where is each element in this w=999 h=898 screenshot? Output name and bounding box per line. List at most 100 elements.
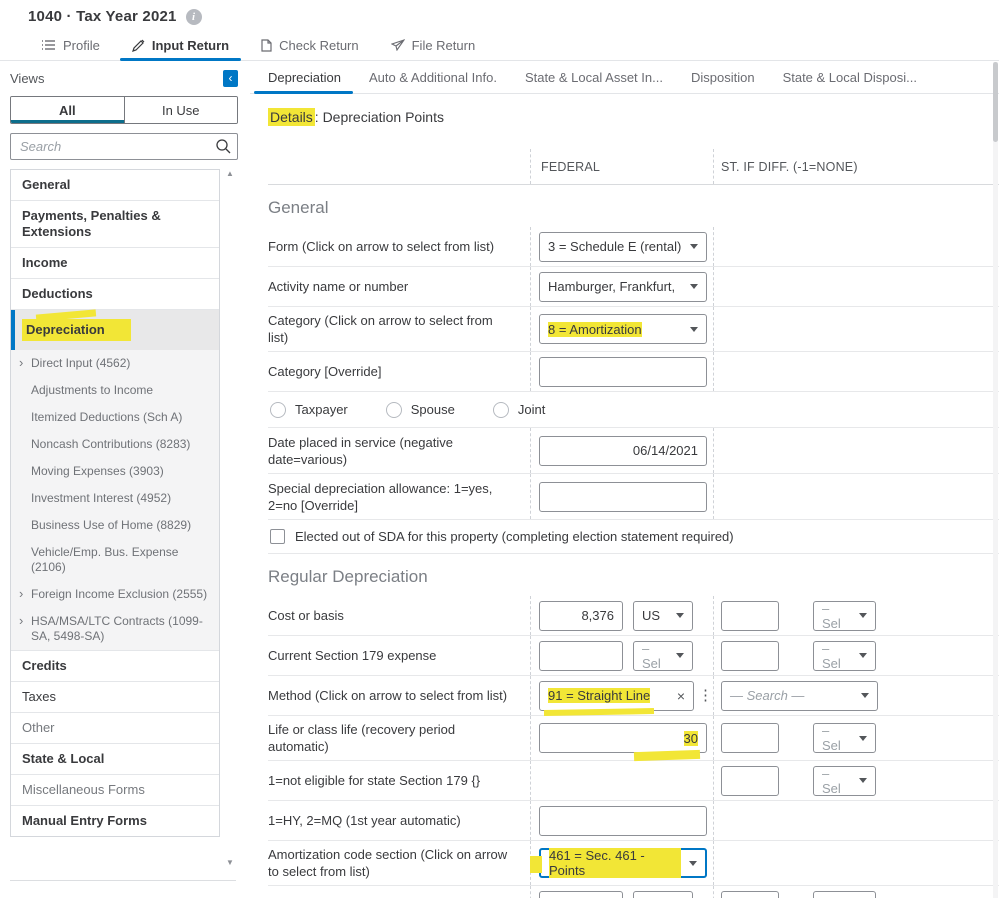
state-column-header: ST. IF DIFF. (-1=NONE) bbox=[721, 160, 858, 174]
radio-icon bbox=[270, 402, 286, 418]
section-general: General bbox=[268, 185, 999, 227]
tab-profile[interactable]: Profile bbox=[26, 30, 116, 60]
chevron-down-icon bbox=[690, 244, 698, 249]
chevron-down-icon bbox=[859, 653, 867, 658]
elected-out-checkbox[interactable]: Elected out of SDA for this property (co… bbox=[270, 529, 734, 544]
chevron-down-icon bbox=[690, 284, 698, 289]
sidebar-item-state-and-local[interactable]: State & Local bbox=[11, 743, 219, 774]
sidebar-item-investment-interest[interactable]: Investment Interest (4952) bbox=[11, 485, 219, 512]
sidebar-item-income[interactable]: Income bbox=[11, 247, 219, 278]
category-select[interactable]: 8 = Amortization bbox=[539, 314, 707, 344]
method-combobox[interactable]: 91 = Straight Line × bbox=[539, 681, 694, 711]
sidebar-item-general[interactable]: General bbox=[11, 170, 219, 200]
sidebar-item-miscellaneous-forms[interactable]: Miscellaneous Forms bbox=[11, 774, 219, 805]
chevron-down-icon bbox=[689, 861, 697, 866]
tab-depreciation[interactable]: Depreciation bbox=[254, 62, 355, 93]
form-select[interactable]: 3 = Schedule E (rental) bbox=[539, 232, 707, 262]
field-label: Life or class life (recovery period auto… bbox=[268, 716, 530, 760]
current-sda-source-select[interactable] bbox=[633, 891, 693, 898]
section-179-state-select[interactable]: – Sel bbox=[813, 641, 876, 671]
not-eligible-state-input[interactable] bbox=[721, 766, 779, 796]
sidebar-item-adjustments-to-income[interactable]: Adjustments to Income bbox=[11, 377, 219, 404]
sidebar-item-deductions[interactable]: Deductions bbox=[11, 278, 219, 309]
sidebar-item-noncash-contributions[interactable]: Noncash Contributions (8283) bbox=[11, 431, 219, 458]
search-input[interactable] bbox=[10, 133, 238, 160]
checkbox-icon bbox=[270, 529, 285, 544]
sidebar-item-payments-penalties[interactable]: Payments, Penalties & Extensions bbox=[11, 200, 219, 247]
hy-mq-input[interactable] bbox=[539, 806, 707, 836]
chevron-down-icon bbox=[861, 693, 869, 698]
cost-basis-source-select[interactable]: US bbox=[633, 601, 693, 631]
chevron-down-icon bbox=[676, 613, 684, 618]
content-scrollbar-thumb[interactable] bbox=[993, 62, 998, 142]
current-sda-state-select[interactable] bbox=[813, 891, 876, 898]
tab-disposition[interactable]: Disposition bbox=[677, 62, 769, 93]
hy-mq-row: 1=HY, 2=MQ (1st year automatic) bbox=[268, 801, 999, 841]
life-input[interactable]: 30 bbox=[539, 723, 707, 753]
current-sda-state-input[interactable] bbox=[721, 891, 779, 898]
special-allowance-input[interactable] bbox=[539, 482, 707, 512]
tab-file-return[interactable]: File Return bbox=[375, 30, 492, 60]
category-field-row: Category (Click on arrow to select from … bbox=[268, 307, 999, 352]
tab-state-local-disposition[interactable]: State & Local Disposi... bbox=[769, 62, 931, 93]
sidebar-item-foreign-income-exclusion[interactable]: ›Foreign Income Exclusion (2555) bbox=[11, 581, 219, 608]
field-label: Form (Click on arrow to select from list… bbox=[268, 227, 530, 266]
sidebar-item-vehicle-emp-bus-expense[interactable]: Vehicle/Emp. Bus. Expense (2106) bbox=[11, 539, 219, 581]
amortization-code-select[interactable]: 461 = Sec. 461 - Points bbox=[539, 848, 707, 878]
sidebar-item-business-use-of-home[interactable]: Business Use of Home (8829) bbox=[11, 512, 219, 539]
cost-basis-state-select[interactable]: – Sel bbox=[813, 601, 876, 631]
sidebar-item-credits[interactable]: Credits bbox=[11, 650, 219, 681]
life-state-input[interactable] bbox=[721, 723, 779, 753]
clear-icon[interactable]: × bbox=[669, 688, 685, 704]
chevron-down-icon bbox=[859, 736, 867, 741]
not-eligible-state-select[interactable]: – Sel bbox=[813, 766, 876, 796]
search-icon[interactable] bbox=[215, 138, 231, 159]
field-label: Special depreciation allowance: 1=yes, 2… bbox=[268, 474, 530, 519]
tab-auto-additional-info[interactable]: Auto & Additional Info. bbox=[355, 62, 511, 93]
info-icon[interactable]: i bbox=[186, 9, 202, 25]
activity-field-row: Activity name or number Hamburger, Frank… bbox=[268, 267, 999, 307]
sidebar-item-direct-input-4562[interactable]: ›Direct Input (4562) bbox=[11, 350, 219, 377]
content-scrollbar-track[interactable] bbox=[993, 62, 998, 898]
cost-basis-state-input[interactable] bbox=[721, 601, 779, 631]
toggle-all[interactable]: All bbox=[11, 97, 124, 123]
sidebar-item-itemized-deductions[interactable]: Itemized Deductions (Sch A) bbox=[11, 404, 219, 431]
cost-basis-row: Cost or basis 8,376 US – Sel bbox=[268, 596, 999, 636]
field-label: Current special depreciation allowance bbox=[268, 886, 530, 898]
collapse-panel-button[interactable]: ‹ bbox=[223, 70, 238, 87]
toggle-in-use[interactable]: In Use bbox=[124, 97, 238, 123]
kebab-menu-icon[interactable]: ⋮ bbox=[698, 688, 713, 703]
sidebar-item-depreciation[interactable]: Depreciation bbox=[11, 309, 219, 350]
sidebar-item-hsa-msa-ltc-contracts[interactable]: ›HSA/MSA/LTC Contracts (1099-SA, 5498-SA… bbox=[11, 608, 219, 650]
tab-input-return[interactable]: Input Return bbox=[116, 30, 245, 60]
sidebar-item-manual-entry-forms[interactable]: Manual Entry Forms bbox=[11, 805, 219, 836]
sidebar-item-other[interactable]: Other bbox=[11, 712, 219, 743]
activity-select[interactable]: Hamburger, Frankfurt, bbox=[539, 272, 707, 302]
tab-check-return[interactable]: Check Return bbox=[245, 30, 374, 60]
scroll-down-icon[interactable]: ▼ bbox=[226, 858, 234, 867]
category-override-input[interactable] bbox=[539, 357, 707, 387]
sidebar-item-taxes[interactable]: Taxes bbox=[11, 681, 219, 712]
radio-spouse[interactable]: Spouse bbox=[386, 402, 455, 418]
field-label: Cost or basis bbox=[268, 596, 530, 635]
section-179-input[interactable] bbox=[539, 641, 623, 671]
section-179-source-select[interactable]: – Sel bbox=[633, 641, 693, 671]
chevron-right-icon: › bbox=[19, 586, 23, 601]
radio-taxpayer[interactable]: Taxpayer bbox=[270, 402, 348, 418]
scroll-up-icon[interactable]: ▲ bbox=[226, 169, 234, 178]
tab-state-local-asset-info[interactable]: State & Local Asset In... bbox=[511, 62, 677, 93]
radio-joint[interactable]: Joint bbox=[493, 402, 545, 418]
current-sda-input[interactable] bbox=[539, 891, 623, 898]
cost-basis-input[interactable]: 8,376 bbox=[539, 601, 623, 631]
asset-tab-bar: Depreciation Auto & Additional Info. Sta… bbox=[250, 62, 999, 94]
field-label: Category (Click on arrow to select from … bbox=[268, 307, 530, 351]
sidebar-item-moving-expenses[interactable]: Moving Expenses (3903) bbox=[11, 458, 219, 485]
marker-stroke bbox=[530, 856, 542, 873]
column-header-row: FEDERAL ST. IF DIFF. (-1=NONE) bbox=[268, 149, 999, 185]
section-179-state-input[interactable] bbox=[721, 641, 779, 671]
method-state-select[interactable]: — Search — bbox=[721, 681, 878, 711]
field-label: Activity name or number bbox=[268, 267, 530, 306]
life-state-select[interactable]: – Sel bbox=[813, 723, 876, 753]
marker-stroke bbox=[36, 309, 96, 321]
date-in-service-input[interactable]: 06/14/2021 bbox=[539, 436, 707, 466]
